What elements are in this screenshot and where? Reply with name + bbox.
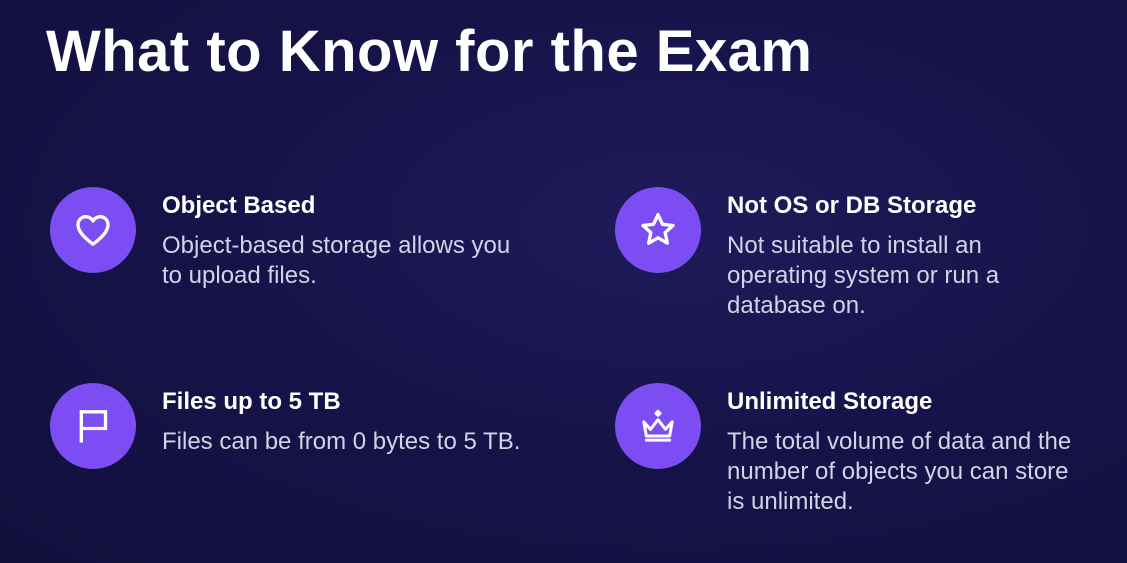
slide: What to Know for the Exam Object Based O… (0, 0, 1127, 563)
card-description: Not suitable to install an operating sys… (727, 232, 1000, 319)
card-object-based: Object Based Object-based storage allows… (50, 187, 510, 347)
card-not-os-db-storage: Not OS or DB Storage Not suitable to ins… (615, 187, 1075, 347)
crown-icon (642, 409, 674, 442)
star-icon-badge (615, 187, 701, 273)
crown-icon-badge (615, 383, 701, 469)
card-title: Not OS or DB Storage (727, 192, 977, 219)
card-description: The total volume of data and the number … (727, 428, 1072, 515)
card-description: Files can be from 0 bytes to 5 TB. (162, 428, 521, 455)
page-title: What to Know for the Exam (46, 19, 813, 84)
card-unlimited-storage: Unlimited Storage The total volume of da… (615, 383, 1075, 543)
card-title: Unlimited Storage (727, 388, 933, 415)
star-icon (641, 213, 675, 245)
flag-icon-badge (50, 383, 136, 469)
card-title: Files up to 5 TB (162, 388, 341, 415)
heart-icon (76, 215, 110, 246)
flag-icon (79, 410, 108, 443)
card-files-up-to-5tb: Files up to 5 TB Files can be from 0 byt… (50, 383, 520, 543)
card-title: Object Based (162, 192, 316, 219)
heart-icon-badge (50, 187, 136, 273)
card-description: Object-based storage allows you to uploa… (162, 232, 511, 289)
